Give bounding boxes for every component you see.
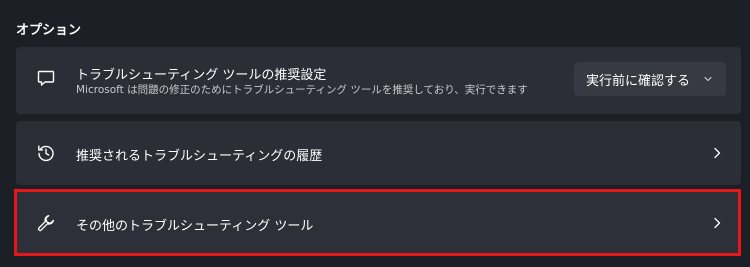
troubleshooting-history-title: 推奨されるトラブルシューティングの履歴 — [76, 149, 323, 164]
section-title: オプション — [16, 23, 82, 38]
other-troubleshooters-title: その他のトラブルシューティング ツール — [76, 219, 314, 234]
chat-bubble-icon — [37, 70, 55, 86]
chevron-down-icon — [704, 76, 712, 82]
recommended-settings-title: トラブルシューティング ツールの推奨設定 — [76, 68, 327, 83]
other-troubleshooters-row[interactable]: その他のトラブルシューティング ツール — [16, 191, 741, 255]
recommended-settings-row: トラブルシューティング ツールの推奨設定 Microsoft は問題の修正のため… — [16, 47, 741, 114]
dropdown-selected-value: 実行前に確認する — [586, 73, 691, 89]
chevron-right-icon — [714, 147, 721, 159]
recommended-settings-dropdown[interactable]: 実行前に確認する — [574, 62, 726, 96]
troubleshooting-history-row[interactable]: 推奨されるトラブルシューティングの履歴 — [16, 121, 741, 185]
history-icon — [38, 145, 54, 162]
wrench-icon — [37, 214, 55, 232]
chevron-right-icon — [714, 217, 721, 229]
recommended-settings-description: Microsoft は問題の修正のためにトラブルシューティング ツールを推奨して… — [76, 84, 528, 96]
